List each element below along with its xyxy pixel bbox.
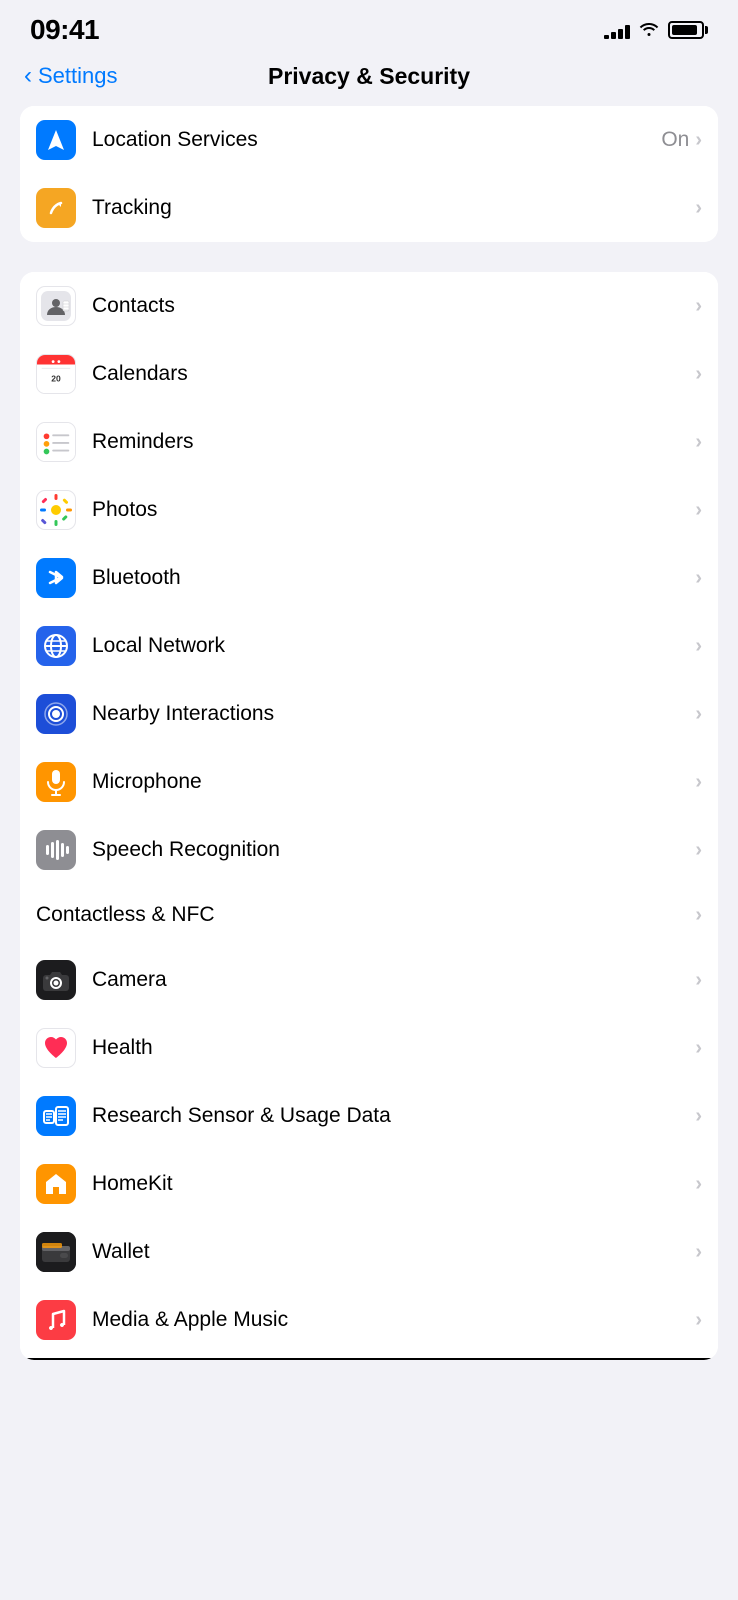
nearby-interactions-chevron: › <box>695 703 702 726</box>
contactless-nfc-chevron: › <box>695 904 702 927</box>
homekit-label: HomeKit <box>92 1172 695 1196</box>
page-title: Privacy & Security <box>268 63 470 90</box>
microphone-chevron: › <box>695 771 702 794</box>
list-item-research-sensor[interactable]: Research Sensor & Usage Data › <box>20 1082 718 1150</box>
speech-recognition-icon <box>36 830 76 870</box>
list-item-media-apple-music[interactable]: Media & Apple Music › <box>20 1286 718 1360</box>
contacts-chevron: › <box>695 295 702 318</box>
camera-label: Camera <box>92 968 695 992</box>
research-sensor-chevron: › <box>695 1105 702 1128</box>
microphone-icon <box>36 762 76 802</box>
nearby-interactions-label: Nearby Interactions <box>92 702 695 726</box>
status-time: 09:41 <box>30 14 99 46</box>
list-item-health[interactable]: Health › <box>20 1014 718 1082</box>
research-sensor-label: Research Sensor & Usage Data <box>92 1104 695 1128</box>
bluetooth-icon <box>36 558 76 598</box>
section-location: Location Services On › Tracking › <box>20 106 718 242</box>
local-network-icon <box>36 626 76 666</box>
tracking-chevron: › <box>695 197 702 220</box>
list-item-homekit[interactable]: HomeKit › <box>20 1150 718 1218</box>
wallet-icon <box>36 1232 76 1272</box>
calendars-label: Calendars <box>92 362 695 386</box>
back-chevron-icon: ‹ <box>24 62 32 90</box>
contacts-icon <box>36 286 76 326</box>
local-network-chevron: › <box>695 635 702 658</box>
speech-recognition-label: Speech Recognition <box>92 838 695 862</box>
section-privacy: Contacts › ● ● 20 Calendars › <box>20 272 718 1360</box>
back-label: Settings <box>38 63 118 89</box>
list-item-contactless-nfc[interactable]: Contactless & NFC › <box>20 884 718 946</box>
list-item-tracking[interactable]: Tracking › <box>20 174 718 242</box>
status-icons <box>604 19 708 42</box>
list-item-camera[interactable]: Camera › <box>20 946 718 1014</box>
photos-label: Photos <box>92 498 695 522</box>
svg-text:20: 20 <box>51 374 61 384</box>
wallet-chevron: › <box>695 1241 702 1264</box>
health-chevron: › <box>695 1037 702 1060</box>
location-services-value: On <box>661 128 689 152</box>
media-apple-music-icon <box>36 1300 76 1340</box>
calendars-chevron: › <box>695 363 702 386</box>
wifi-icon <box>638 19 660 42</box>
bluetooth-label: Bluetooth <box>92 566 695 590</box>
status-bar: 09:41 <box>0 0 738 54</box>
health-label: Health <box>92 1036 695 1060</box>
list-item-microphone[interactable]: Microphone › <box>20 748 718 816</box>
research-sensor-icon <box>36 1096 76 1136</box>
wallet-label: Wallet <box>92 1240 695 1264</box>
location-services-icon <box>36 120 76 160</box>
list-item-speech-recognition[interactable]: Speech Recognition › <box>20 816 718 884</box>
homekit-chevron: › <box>695 1173 702 1196</box>
health-icon <box>36 1028 76 1068</box>
list-item-bluetooth[interactable]: Bluetooth › <box>20 544 718 612</box>
signal-icon <box>604 21 630 39</box>
reminders-icon <box>36 422 76 462</box>
list-item-calendars[interactable]: ● ● 20 Calendars › <box>20 340 718 408</box>
reminders-chevron: › <box>695 431 702 454</box>
location-services-label: Location Services <box>92 128 661 152</box>
list-item-nearby-interactions[interactable]: Nearby Interactions › <box>20 680 718 748</box>
camera-icon <box>36 960 76 1000</box>
list-item-photos[interactable]: Photos › <box>20 476 718 544</box>
list-item-contacts[interactable]: Contacts › <box>20 272 718 340</box>
list-item-location-services[interactable]: Location Services On › <box>20 106 718 174</box>
homekit-icon <box>36 1164 76 1204</box>
nav-header: ‹ Settings Privacy & Security <box>0 54 738 106</box>
battery-icon <box>668 21 708 39</box>
back-button[interactable]: ‹ Settings <box>24 62 118 90</box>
bluetooth-chevron: › <box>695 567 702 590</box>
reminders-label: Reminders <box>92 430 695 454</box>
media-apple-music-label: Media & Apple Music <box>92 1308 695 1332</box>
contactless-nfc-label: Contactless & NFC <box>36 903 695 927</box>
contacts-label: Contacts <box>92 294 695 318</box>
microphone-label: Microphone <box>92 770 695 794</box>
tracking-icon <box>36 188 76 228</box>
calendars-icon: ● ● 20 <box>36 354 76 394</box>
photos-icon <box>36 490 76 530</box>
list-item-wallet[interactable]: Wallet › <box>20 1218 718 1286</box>
photos-chevron: › <box>695 499 702 522</box>
nearby-interactions-icon <box>36 694 76 734</box>
camera-chevron: › <box>695 969 702 992</box>
local-network-label: Local Network <box>92 634 695 658</box>
svg-text:● ●: ● ● <box>51 359 61 366</box>
list-item-local-network[interactable]: Local Network › <box>20 612 718 680</box>
tracking-label: Tracking <box>92 196 695 220</box>
location-services-chevron: › <box>695 129 702 152</box>
speech-recognition-chevron: › <box>695 839 702 862</box>
list-item-reminders[interactable]: Reminders › <box>20 408 718 476</box>
media-apple-music-chevron: › <box>695 1309 702 1332</box>
